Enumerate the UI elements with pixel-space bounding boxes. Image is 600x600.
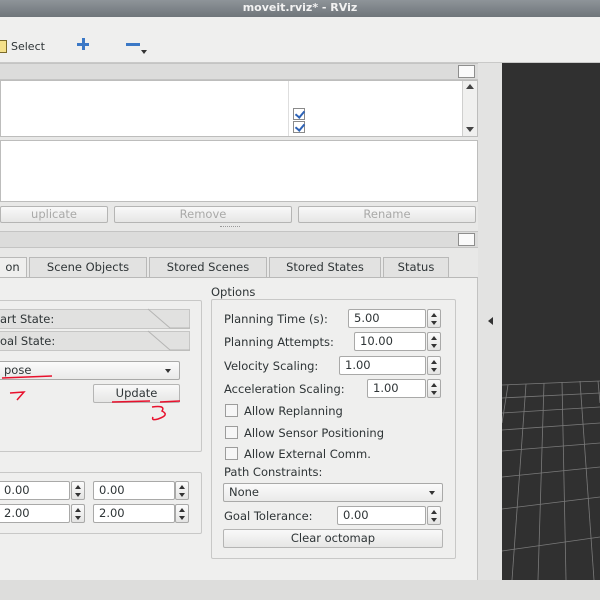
window-title: moveit.rviz* - RViz bbox=[0, 0, 600, 17]
workspace-size-x-field[interactable]: 0.00 bbox=[93, 481, 175, 500]
panel-header-motion-planning bbox=[0, 231, 478, 248]
allow-sensor-positioning-checkbox[interactable] bbox=[225, 426, 238, 439]
status-bar bbox=[0, 580, 600, 600]
workspace-center-x-spinner[interactable] bbox=[71, 481, 85, 500]
allow-external-comm-label: Allow External Comm. bbox=[244, 447, 371, 461]
undock-button-top[interactable] bbox=[458, 65, 475, 78]
planning-time-field[interactable]: 5.00 bbox=[348, 309, 426, 328]
red-annotation-marks bbox=[1, 375, 181, 421]
allow-external-comm-checkbox[interactable] bbox=[225, 447, 238, 460]
duplicate-button[interactable]: uplicate bbox=[0, 206, 108, 223]
minus-dropdown-arrow-icon[interactable] bbox=[141, 50, 147, 54]
remove-button[interactable]: Remove bbox=[114, 206, 292, 223]
visibility-checkbox-2[interactable] bbox=[293, 121, 305, 133]
toolbar bbox=[0, 17, 600, 63]
workspace-size-x-spinner[interactable] bbox=[175, 481, 189, 500]
options-title: Options bbox=[211, 285, 256, 299]
select-tool-button[interactable]: Select bbox=[0, 37, 45, 55]
acceleration-scaling-field[interactable]: 1.00 bbox=[367, 379, 426, 398]
clear-octomap-button[interactable]: Clear octomap bbox=[223, 529, 443, 548]
acceleration-scaling-label: Acceleration Scaling: bbox=[224, 382, 345, 396]
undock-button-bottom[interactable] bbox=[458, 233, 475, 246]
chevron-down-icon bbox=[429, 491, 435, 495]
visibility-checkbox-1[interactable] bbox=[293, 108, 305, 120]
collapse-panel-icon[interactable] bbox=[488, 317, 493, 325]
workspace-size-y-spinner[interactable] bbox=[175, 504, 189, 523]
goal-tolerance-spinner[interactable] bbox=[427, 506, 441, 525]
scene-object-list[interactable] bbox=[0, 80, 478, 137]
workspace-center-y-field[interactable]: 2.00 bbox=[0, 504, 70, 523]
velocity-scaling-label: Velocity Scaling: bbox=[224, 359, 319, 373]
acceleration-scaling-spinner[interactable] bbox=[427, 379, 441, 398]
scroll-up-icon[interactable] bbox=[466, 84, 474, 89]
ground-grid bbox=[501, 380, 600, 581]
tab-planning[interactable]: on bbox=[0, 257, 27, 278]
path-constraints-combo[interactable]: None bbox=[223, 483, 443, 502]
select-cursor-icon bbox=[0, 39, 7, 53]
tab-status[interactable]: Status bbox=[383, 257, 449, 277]
allow-replanning-checkbox[interactable] bbox=[225, 404, 238, 417]
planning-time-label: Planning Time (s): bbox=[224, 312, 328, 326]
velocity-scaling-spinner[interactable] bbox=[427, 356, 441, 375]
tab-stored-states[interactable]: Stored States bbox=[269, 257, 381, 277]
path-constraints-value: None bbox=[229, 485, 260, 499]
secondary-list[interactable] bbox=[0, 140, 478, 202]
panel-header-top bbox=[0, 63, 478, 80]
planning-attempts-label: Planning Attempts: bbox=[224, 335, 334, 349]
planning-time-spinner[interactable] bbox=[427, 309, 441, 328]
list-column-divider bbox=[288, 81, 289, 136]
scroll-down-icon[interactable] bbox=[466, 127, 474, 132]
planning-attempts-spinner[interactable] bbox=[427, 332, 441, 351]
plus-icon[interactable] bbox=[76, 37, 90, 51]
velocity-scaling-field[interactable]: 1.00 bbox=[339, 356, 426, 375]
planning-attempts-field[interactable]: 10.00 bbox=[354, 332, 426, 351]
3d-viewport[interactable] bbox=[501, 63, 600, 581]
goal-tolerance-label: Goal Tolerance: bbox=[224, 509, 313, 523]
toolbox-tab-shapes bbox=[147, 308, 190, 351]
minus-icon[interactable] bbox=[126, 43, 140, 46]
path-constraints-label: Path Constraints: bbox=[224, 465, 323, 479]
select-tool-label: Select bbox=[11, 39, 45, 53]
allow-sensor-positioning-label: Allow Sensor Positioning bbox=[244, 426, 384, 440]
tab-stored-scenes[interactable]: Stored Scenes bbox=[149, 257, 267, 277]
allow-replanning-label: Allow Replanning bbox=[244, 404, 343, 418]
goal-tolerance-field[interactable]: 0.00 bbox=[337, 506, 426, 525]
rename-button[interactable]: Rename bbox=[298, 206, 476, 223]
workspace-center-x-field[interactable]: 0.00 bbox=[0, 481, 70, 500]
tab-scene-objects[interactable]: Scene Objects bbox=[29, 257, 147, 277]
workspace-size-y-field[interactable]: 2.00 bbox=[93, 504, 175, 523]
panel-splitter-grip[interactable] bbox=[220, 226, 240, 228]
workspace-center-y-spinner[interactable] bbox=[71, 504, 85, 523]
